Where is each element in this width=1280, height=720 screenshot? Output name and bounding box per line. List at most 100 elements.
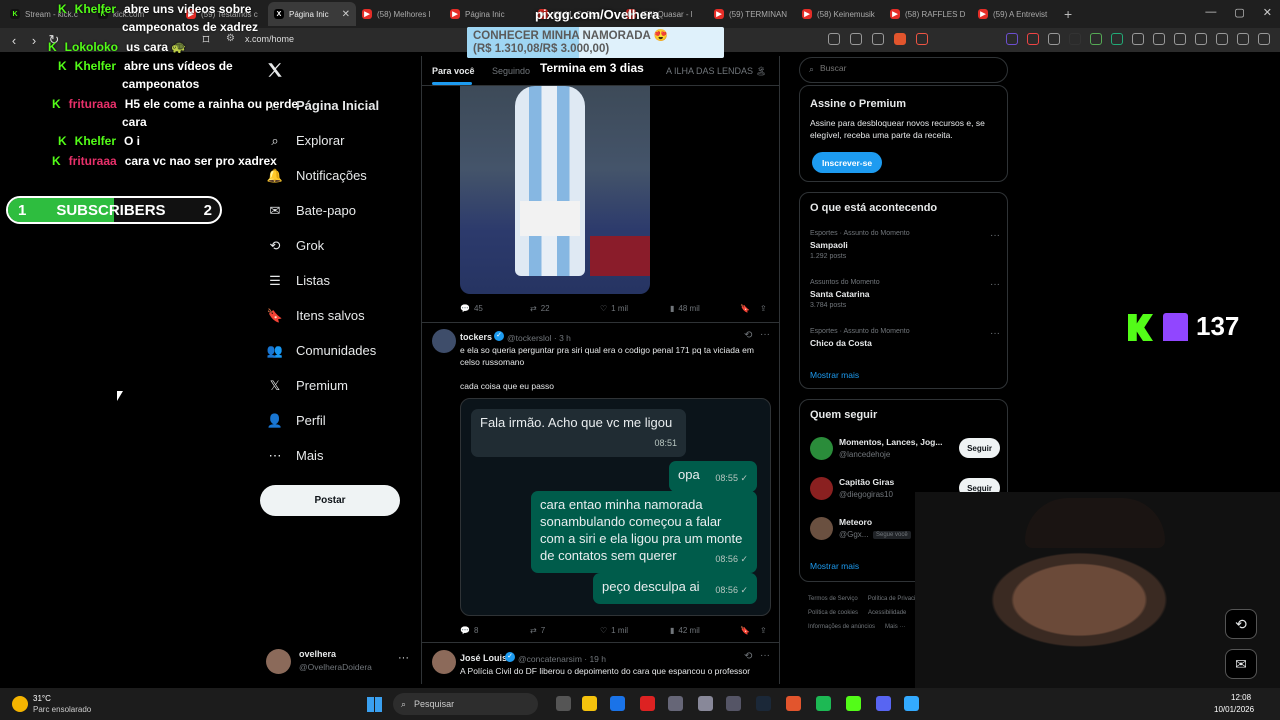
post-button[interactable]: Postar xyxy=(260,485,400,516)
browser-tab[interactable]: ▶ (58) RAFFLES D xyxy=(884,2,972,26)
nav-item-person[interactable]: 👤 Perfil xyxy=(267,413,326,429)
close-tab-icon[interactable]: ✕ xyxy=(342,9,350,20)
browser-tab[interactable]: ▶ Página Inic xyxy=(444,2,532,26)
maximize-icon[interactable]: ▢ xyxy=(1234,6,1244,19)
avatar[interactable] xyxy=(810,477,833,500)
app-2-icon[interactable] xyxy=(698,696,713,711)
tweet-author[interactable]: tockers xyxy=(460,332,492,342)
share-icon[interactable]: ⇪ xyxy=(760,626,767,635)
footer-link[interactable]: Mais ··· xyxy=(885,624,905,630)
browser-tab[interactable]: ▶ (59) A Entrevist xyxy=(972,2,1060,26)
browser-tab[interactable]: ▶ (58) Keinemusik xyxy=(796,2,884,26)
more-dots-icon[interactable]: ··· xyxy=(990,230,1000,241)
tweet-image[interactable] xyxy=(460,86,650,294)
steam-icon[interactable] xyxy=(756,696,771,711)
opera-icon[interactable] xyxy=(640,696,655,711)
footer-link[interactable]: Termos de Serviço xyxy=(808,596,858,602)
nav-item-search[interactable]: ⌕ Explorar xyxy=(268,133,344,149)
close-window-icon[interactable]: ✕ xyxy=(1263,6,1272,19)
trend-item[interactable]: Esportes · Assunto do Momento Sampaoli 1.2… xyxy=(810,230,1000,260)
search-input[interactable] xyxy=(820,63,1000,73)
browser-tab[interactable]: X Página Inic ✕ xyxy=(268,2,356,26)
more-dots-icon[interactable]: ··· xyxy=(398,652,409,664)
more-dots-icon[interactable]: ··· xyxy=(990,328,1000,339)
view-count[interactable]: ▮ 42 mil xyxy=(670,626,700,635)
more-dots-icon[interactable]: ··· xyxy=(760,329,770,340)
messages-floating-button[interactable]: ✉ xyxy=(1225,649,1257,679)
start-button-icon[interactable] xyxy=(367,697,382,712)
follow-name[interactable]: Momentos, Lances, Jog... xyxy=(839,437,949,447)
ext-a-icon[interactable] xyxy=(1006,33,1018,45)
footer-link[interactable]: Política de cookies xyxy=(808,610,858,616)
account-switcher[interactable]: ovelhera @OvelheraDoidera ··· xyxy=(266,648,416,676)
footer-link[interactable]: Acessibilidade xyxy=(868,610,906,616)
tweet-media-chat[interactable]: Fala irmão. Acho que vc me ligou 08:51 opa… xyxy=(460,398,771,616)
avatar[interactable] xyxy=(432,650,456,674)
url-field[interactable]: x.com/home xyxy=(245,34,294,44)
avatar[interactable] xyxy=(810,517,833,540)
ext-h-icon[interactable] xyxy=(1153,33,1165,45)
nav-item-bookmark[interactable]: 🔖 Itens salvos xyxy=(267,308,365,324)
more-dots-icon[interactable]: ··· xyxy=(990,279,1000,290)
show-more-link[interactable]: Mostrar mais xyxy=(810,561,859,571)
nav-item-grok[interactable]: ⟲ Grok xyxy=(268,238,325,254)
ext-f-icon[interactable] xyxy=(1111,33,1123,45)
sidebar-icon[interactable] xyxy=(1174,33,1186,45)
bookmark-icon[interactable]: 🔖 xyxy=(740,626,750,635)
share-icon[interactable]: ⇪ xyxy=(760,304,767,313)
view-count[interactable]: ▮ 48 mil xyxy=(670,304,700,313)
tab-following[interactable]: Seguindo xyxy=(492,66,530,76)
notes-icon[interactable] xyxy=(904,696,919,711)
ext-e-icon[interactable] xyxy=(1090,33,1102,45)
discord-icon[interactable] xyxy=(876,696,891,711)
nav-item-list[interactable]: ☰ Listas xyxy=(268,273,330,289)
ext-g-icon[interactable] xyxy=(1132,33,1144,45)
nav-item-bell[interactable]: 🔔 Notificações xyxy=(267,168,367,184)
avatar[interactable] xyxy=(432,329,456,353)
follow-button[interactable]: Seguir xyxy=(959,438,1000,458)
show-more-link[interactable]: Mostrar mais xyxy=(810,370,859,380)
retweet-count[interactable]: ⇄ 22 xyxy=(530,304,550,313)
reply-count[interactable]: 💬 45 xyxy=(460,304,483,313)
nav-item-mail[interactable]: ✉ Bate-papo xyxy=(268,203,356,219)
more-dots-icon[interactable]: ··· xyxy=(760,650,770,661)
app-1-icon[interactable] xyxy=(668,696,683,711)
brave-icon[interactable] xyxy=(786,696,801,711)
like-count[interactable]: ♡ 1 mil xyxy=(600,626,628,635)
share-icon[interactable] xyxy=(872,33,884,45)
task-view-icon[interactable] xyxy=(556,696,571,711)
new-tab-icon[interactable]: + xyxy=(1064,6,1072,22)
weather-icon[interactable] xyxy=(12,696,28,712)
trend-item[interactable]: Assuntos do Momento Santa Catarina 3.784 p… xyxy=(810,279,1000,309)
app-3-icon[interactable] xyxy=(726,696,741,711)
like-count[interactable]: ♡ 1 mil xyxy=(600,304,628,313)
forward-icon[interactable]: › xyxy=(24,33,44,48)
brave-shield-icon[interactable] xyxy=(894,33,906,45)
app-4-icon[interactable] xyxy=(846,696,861,711)
back-icon[interactable]: ‹ xyxy=(4,33,24,48)
taskbar-search[interactable]: ⌕ Pesquisar xyxy=(393,693,538,715)
ext-d-icon[interactable] xyxy=(1069,33,1081,45)
x-logo-icon[interactable] xyxy=(266,61,286,81)
menu-icon[interactable] xyxy=(1258,33,1270,45)
grok-icon[interactable]: ⟲ xyxy=(744,651,752,662)
ext-c-icon[interactable] xyxy=(1048,33,1060,45)
trend-item[interactable]: Esportes · Assunto do Momento Chico da Co… xyxy=(810,328,1000,351)
tab-for-you[interactable]: Para você xyxy=(432,66,475,76)
spotify-icon[interactable] xyxy=(816,696,831,711)
follow-name[interactable]: Capitão Giras xyxy=(839,477,949,487)
nav-item-people[interactable]: 👥 Comunidades xyxy=(267,343,376,359)
retweet-count[interactable]: ⇄ 7 xyxy=(530,626,545,635)
leo-icon[interactable] xyxy=(1216,33,1228,45)
browser-tab[interactable]: ▶ (58) Melhores l xyxy=(356,2,444,26)
cast-icon[interactable] xyxy=(828,33,840,45)
footer-link[interactable]: Informações de anúncios xyxy=(808,624,875,630)
browser-tab[interactable]: ▶ (59) TERMINAN xyxy=(708,2,796,26)
file-explorer-icon[interactable] xyxy=(582,696,597,711)
tab-list[interactable]: A ILHA DAS LENDAS 🏝 xyxy=(666,66,767,77)
chrome-icon[interactable] xyxy=(610,696,625,711)
subscribe-button[interactable]: Inscrever-se xyxy=(812,152,883,173)
ext-b-icon[interactable] xyxy=(1027,33,1039,45)
avatar[interactable] xyxy=(810,437,833,460)
search-bar[interactable]: ⌕ xyxy=(799,57,1008,83)
